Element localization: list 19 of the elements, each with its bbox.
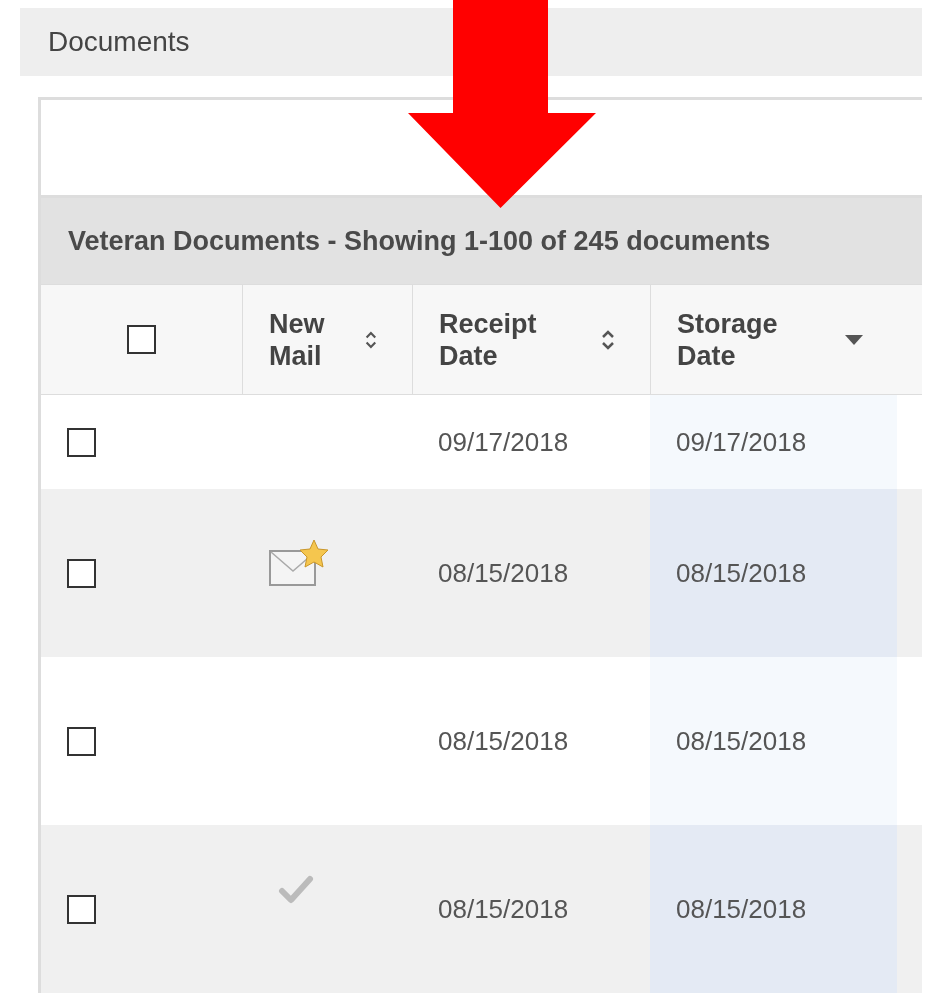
- column-header[interactable]: Storage Date: [650, 284, 897, 395]
- table-cell: 08/15/2018: [650, 657, 897, 825]
- row-checkbox[interactable]: [67, 427, 96, 457]
- select-all-checkbox[interactable]: [127, 325, 156, 354]
- table-cell: 08/15/2018: [412, 489, 650, 657]
- table-title: Veteran Documents - Showing 1-100 of 245 documents: [68, 225, 771, 257]
- sort-descending-icon[interactable]: [845, 334, 863, 345]
- table-cell: 08/15/2018: [650, 489, 897, 657]
- table-cell: 08/15/2018: [650, 825, 897, 993]
- table-cell: 09/17/2018: [650, 395, 897, 489]
- column-header[interactable]: Receipt Date: [412, 284, 650, 395]
- row-checkbox[interactable]: [67, 726, 96, 756]
- table-cell: 08/15/2018: [412, 825, 650, 993]
- column-header[interactable]: New Mail: [242, 284, 412, 395]
- check-icon: [278, 874, 314, 904]
- envelope-star-icon: [268, 539, 330, 589]
- row-checkbox[interactable]: [67, 894, 96, 924]
- row-checkbox[interactable]: [67, 558, 96, 588]
- page-title: Documents: [48, 26, 190, 58]
